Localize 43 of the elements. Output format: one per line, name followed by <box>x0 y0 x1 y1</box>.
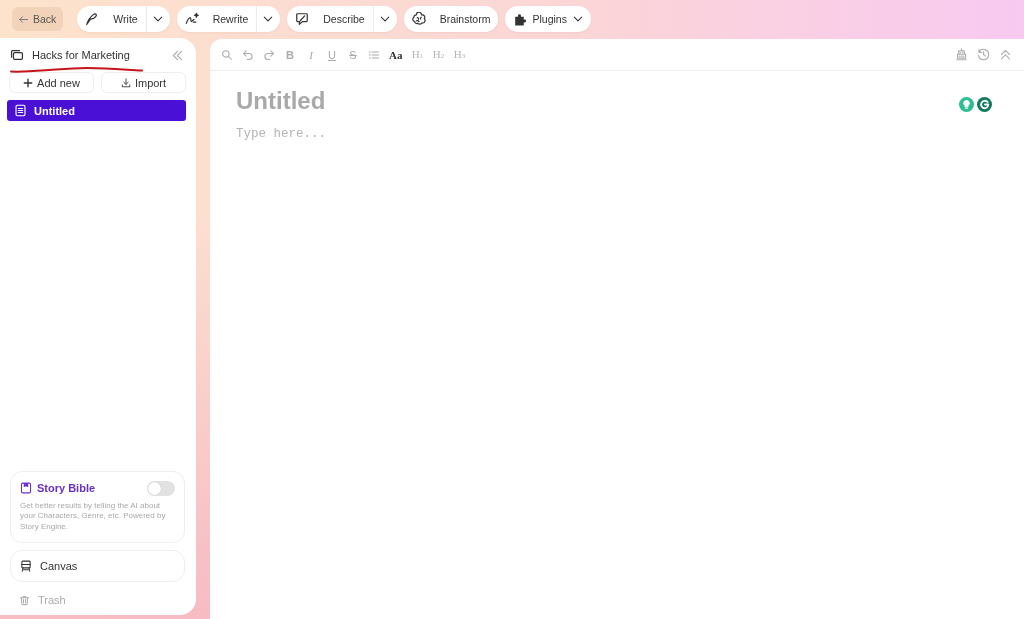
lightbulb-icon[interactable] <box>959 97 974 112</box>
story-bible-description: Get better results by telling the AI about your Characters, Genre, etc. Powered by Story Engine. <box>20 500 167 532</box>
add-new-button[interactable]: Add new <box>9 72 94 93</box>
font-style-button[interactable]: Aa <box>389 47 403 62</box>
undo-icon[interactable] <box>242 48 254 61</box>
puzzle-piece-icon <box>513 12 528 26</box>
project-title: Hacks for Marketing <box>32 49 131 61</box>
toggle-switch[interactable] <box>147 480 175 496</box>
pen-sparkle-icon <box>184 12 199 26</box>
tram-icon <box>20 560 32 572</box>
g-circle-icon[interactable] <box>977 97 992 112</box>
double-chevron-left-icon[interactable] <box>171 48 184 62</box>
story-bible-title: Story Bible <box>37 482 97 494</box>
brain-icon <box>411 12 426 26</box>
redo-icon[interactable] <box>263 48 275 61</box>
title-field[interactable]: Untitled <box>236 86 332 116</box>
menu-button[interactable]: Plugins <box>505 6 591 32</box>
folders-icon <box>10 48 24 62</box>
import-button[interactable]: Import <box>101 72 186 93</box>
robot-icon[interactable] <box>955 48 968 61</box>
pen-icon <box>85 12 100 26</box>
tool-button[interactable]: Rewrite <box>176 6 257 32</box>
back-button[interactable]: Back <box>12 7 64 31</box>
dropdown-button[interactable] <box>372 6 397 32</box>
dropdown-button[interactable] <box>145 6 170 32</box>
bullet-list-icon[interactable] <box>368 48 380 61</box>
arrow-left-icon <box>18 13 29 25</box>
body-field[interactable]: Type here... <box>236 126 329 142</box>
trash-icon <box>19 594 30 606</box>
document-item[interactable]: Untitled <box>7 100 186 121</box>
search-icon[interactable] <box>221 48 233 61</box>
clock-icon[interactable] <box>977 48 990 61</box>
speech-bubble-pen-icon <box>295 12 310 26</box>
canvas-button[interactable]: Canvas <box>10 550 185 582</box>
plus-icon <box>23 77 34 88</box>
document-icon <box>14 104 27 117</box>
download-icon <box>120 77 131 88</box>
tool-button[interactable]: Describe <box>287 6 373 32</box>
book-icon <box>20 482 32 494</box>
tool-button[interactable]: Write <box>77 6 146 32</box>
dropdown-button[interactable] <box>256 6 281 32</box>
double-chevron-up-icon[interactable] <box>999 48 1012 61</box>
tool-button[interactable]: Brainstorm <box>403 6 499 32</box>
